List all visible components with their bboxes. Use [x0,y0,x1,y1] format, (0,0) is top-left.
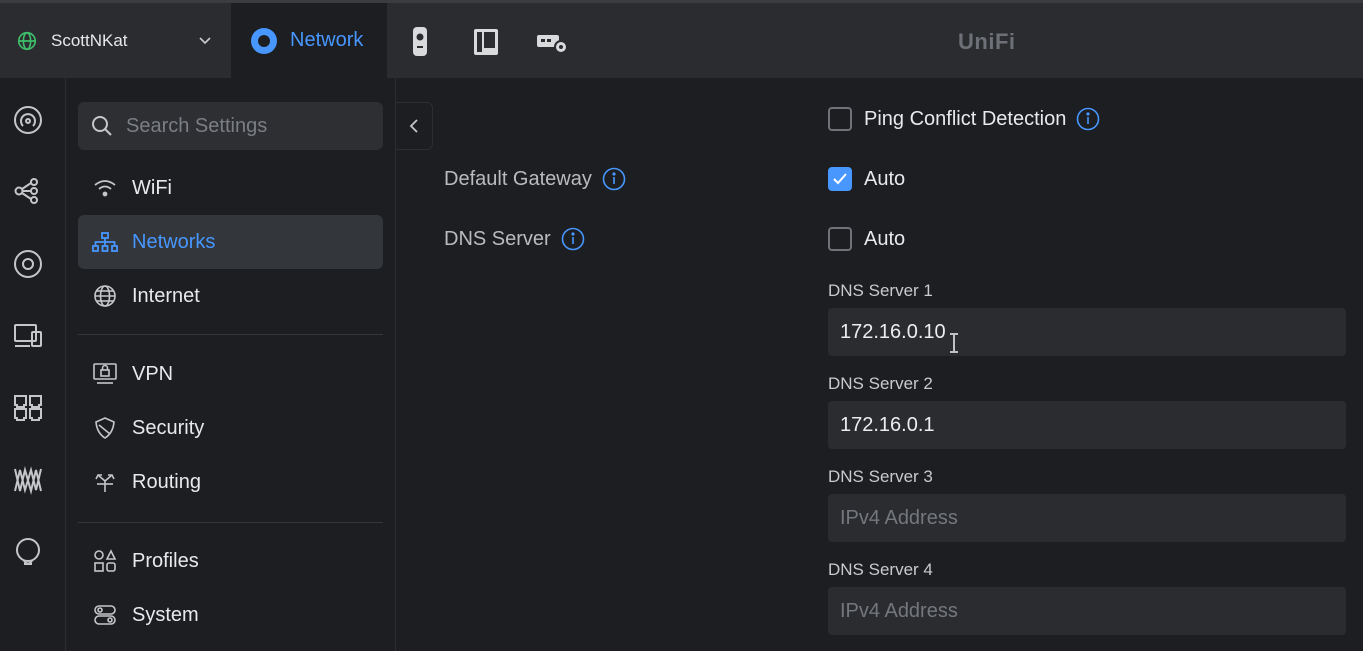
alarm-manager-icon[interactable] [9,533,47,571]
collapse-sidebar-button[interactable] [396,102,433,150]
globe-icon [17,31,37,50]
sidebar-item-system[interactable]: System [78,588,383,642]
network-app-icon [251,27,277,54]
sidebar-item-label: VPN [132,362,174,385]
chevron-left-icon [409,119,418,133]
dns-server-2-input[interactable] [840,413,1330,437]
sidebar-item-routing[interactable]: Routing [78,455,383,509]
topology-icon[interactable] [9,172,47,210]
chevron-down-icon [199,37,211,45]
default-gateway-label-row: Default Gateway [444,167,626,191]
default-gateway-auto-checkbox[interactable]: Auto [828,167,905,191]
protect-app-icon[interactable] [403,25,437,59]
sidebar-item-security[interactable]: Security [78,401,383,455]
search-box[interactable] [78,102,383,150]
sidebar-item-label: Security [132,416,205,439]
sidebar-item-label: Internet [132,284,200,307]
sidebar-item-label: WiFi [132,176,172,199]
sidebar-item-label: Networks [132,230,216,253]
dns-server-1-label: DNS Server 1 [828,281,933,300]
ping-conflict-label: Ping Conflict Detection [864,107,1067,130]
sidebar-item-label: Routing [132,470,201,493]
routing-icon [92,469,118,495]
ports-icon[interactable] [9,389,47,427]
dns-server-4-label: DNS Server 4 [828,560,933,579]
sidebar-item-label: Profiles [132,549,199,572]
dns-server-3-field[interactable] [828,494,1346,542]
dns-server-4-input[interactable] [840,599,1330,623]
dns-server-2-label: DNS Server 2 [828,374,933,393]
dashboard-icon[interactable] [9,101,47,139]
sidebar-item-networks[interactable]: Networks [78,215,383,269]
auto-label: Auto [864,227,906,250]
sidebar-item-wifi[interactable]: WiFi [78,161,383,215]
sidebar-item-vpn[interactable]: VPN [78,347,383,401]
devices-icon[interactable] [9,245,47,283]
checkbox-box[interactable] [828,107,852,131]
sidebar-item-label: System [132,603,199,626]
text-cursor-icon [950,333,958,353]
system-icon [92,602,118,628]
dns-server-3-input[interactable] [840,506,1330,530]
access-app-icon[interactable] [469,25,503,59]
ping-conflict-checkbox[interactable]: Ping Conflict Detection [828,107,1100,131]
profiles-icon [92,548,118,574]
info-icon[interactable] [561,227,585,251]
network-app-tab[interactable]: Network [231,3,387,78]
dns-server-1-input[interactable] [840,320,1330,344]
site-name: ScottNKat [51,30,128,50]
settings-sidebar: WiFi Networks Internet VPN Security Rout… [66,78,396,651]
checkbox-box[interactable] [828,167,852,191]
vpn-icon [92,361,118,387]
dns-server-3-label: DNS Server 3 [828,467,933,486]
checkmark-icon [833,173,847,185]
app-rail [0,78,66,651]
default-gateway-label: Default Gateway [444,167,592,190]
sidebar-item-profiles[interactable]: Profiles [78,534,383,588]
network-app-label: Network [290,29,364,51]
search-icon [92,116,112,136]
dns-server-label-row: DNS Server [444,227,585,251]
sidebar-item-internet[interactable]: Internet [78,269,383,323]
dns-auto-checkbox[interactable]: Auto [828,227,905,251]
unifi-brand-logo: UniFi [958,29,1016,54]
dns-server-label: DNS Server [444,227,551,250]
auto-label: Auto [864,167,906,190]
insights-icon[interactable] [9,461,47,499]
dns-server-4-field[interactable] [828,587,1346,635]
internet-globe-icon [92,283,118,309]
checkbox-box[interactable] [828,227,852,251]
networks-icon [92,229,118,255]
clients-icon[interactable] [9,317,47,355]
wifi-icon [92,175,118,201]
info-icon[interactable] [1076,107,1100,131]
sidebar-divider [78,334,383,335]
dns-server-1-field[interactable] [828,308,1346,356]
search-input[interactable] [126,114,366,138]
shield-icon [92,415,118,441]
dns-server-2-field[interactable] [828,401,1346,449]
info-icon[interactable] [602,167,626,191]
site-switcher[interactable]: ScottNKat [0,3,230,78]
site-manager-icon[interactable] [535,25,569,59]
sidebar-divider [78,522,383,523]
top-bar: ScottNKat Network UniFi [0,0,1363,78]
